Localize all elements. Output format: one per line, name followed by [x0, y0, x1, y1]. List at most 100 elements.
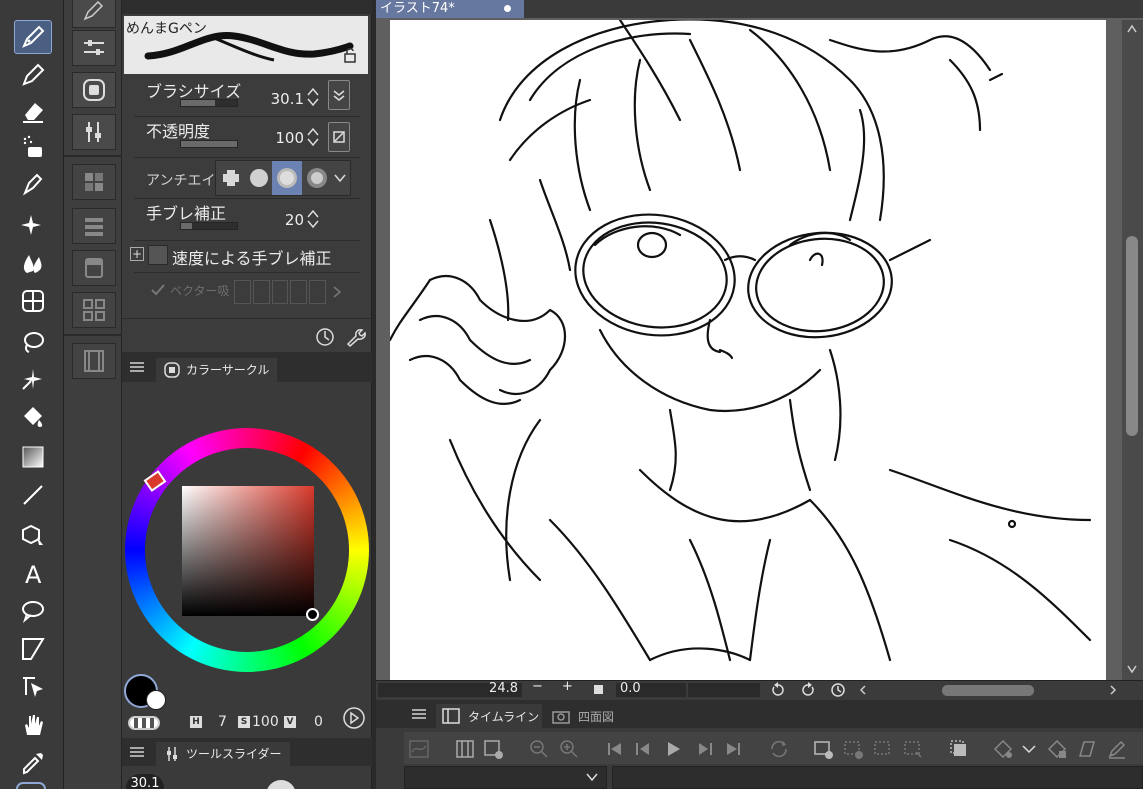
h-value[interactable]: 7: [218, 714, 227, 730]
brush-size-spinner[interactable]: [306, 86, 320, 108]
menu-icon[interactable]: [130, 747, 144, 757]
page-icon[interactable]: [1074, 738, 1100, 760]
balloon-tool-icon[interactable]: [14, 594, 52, 628]
cel-duplicate-icon[interactable]: [900, 738, 926, 760]
wrench-icon[interactable]: [344, 326, 366, 348]
scroll-left-arrow-icon[interactable]: [858, 684, 868, 696]
brush-size-slider[interactable]: [180, 99, 238, 107]
rotate-right-icon[interactable]: [800, 682, 816, 698]
eraser-tool-icon[interactable]: [14, 94, 52, 128]
onion-skin-icon[interactable]: [946, 738, 972, 760]
lasso-tool-icon[interactable]: [14, 325, 52, 359]
keyframe-icon[interactable]: [990, 738, 1016, 760]
first-frame-icon[interactable]: [602, 738, 628, 760]
tab-timeline[interactable]: タイムライン: [436, 704, 542, 728]
chevron-down-icon[interactable]: [330, 163, 350, 193]
scroll-up-arrow-icon[interactable]: [1126, 24, 1138, 34]
layer-property-icon[interactable]: [72, 208, 116, 244]
loop-icon[interactable]: [766, 738, 792, 760]
chevron-right-icon[interactable]: [332, 285, 342, 299]
add-frame-icon[interactable]: [480, 738, 506, 760]
timeline-frames[interactable]: [612, 766, 1143, 789]
gradient-tool-icon[interactable]: [14, 440, 52, 474]
zoom-in-button[interactable]: +: [562, 679, 573, 694]
brush-size-value[interactable]: 30.1: [262, 90, 304, 108]
vector-check-icon[interactable]: [150, 282, 166, 298]
antialias-weak-icon[interactable]: [246, 163, 272, 193]
opacity-spinner[interactable]: [306, 126, 320, 148]
stabilization-spinner[interactable]: [306, 208, 320, 230]
brush-size-dynamics-button[interactable]: [328, 80, 350, 110]
edit-pen-icon[interactable]: [1104, 738, 1130, 760]
v-value[interactable]: 0: [314, 714, 323, 730]
opacity-slider[interactable]: [180, 140, 238, 148]
frame-border-icon[interactable]: [14, 632, 52, 666]
line-tool-icon[interactable]: [14, 478, 52, 512]
reset-rotation-icon[interactable]: [830, 682, 846, 698]
assign-cel-icon[interactable]: [840, 738, 866, 760]
lock-icon[interactable]: [342, 46, 360, 64]
decoration-tool-icon[interactable]: [14, 168, 52, 202]
new-cel-icon[interactable]: [810, 738, 836, 760]
saturation-value-square[interactable]: [182, 486, 314, 616]
stabilization-value[interactable]: 20: [262, 211, 304, 229]
drawing-canvas[interactable]: [390, 20, 1106, 680]
tool-slider-value[interactable]: 30.1: [126, 774, 164, 789]
graph-icon[interactable]: [406, 738, 432, 760]
document-tab[interactable]: イラスト74*: [376, 0, 524, 18]
subtool-settings-icon[interactable]: [72, 30, 116, 66]
scroll-right-arrow-icon[interactable]: [1108, 684, 1118, 696]
next-frame-icon[interactable]: [692, 738, 718, 760]
fit-screen-icon[interactable]: [594, 685, 603, 694]
transparent-color-swatch[interactable]: [128, 716, 160, 730]
opacity-dynamics-button[interactable]: [328, 122, 350, 152]
layer-icon[interactable]: [72, 250, 116, 286]
mesh-transform-icon[interactable]: [14, 284, 52, 318]
text-tool-icon[interactable]: A: [14, 556, 52, 590]
tab-tool-slider[interactable]: ツールスライダー: [156, 742, 290, 766]
tool-slider-icon[interactable]: [72, 114, 116, 150]
zoom-out-button[interactable]: −: [532, 679, 543, 694]
rotation-value[interactable]: 0.0: [620, 681, 641, 696]
chevron-down-icon[interactable]: [585, 771, 599, 783]
menu-icon[interactable]: [412, 709, 426, 719]
play-icon[interactable]: [660, 738, 686, 760]
correct-line-icon[interactable]: [14, 670, 52, 704]
antialias-medium-icon[interactable]: [272, 161, 302, 195]
color-set-icon[interactable]: [72, 164, 116, 200]
auto-select-icon[interactable]: [14, 362, 52, 396]
sparkle-tool-icon[interactable]: [14, 208, 52, 242]
expand-plus-icon[interactable]: +: [130, 247, 144, 261]
cel-spec-icon[interactable]: [870, 738, 896, 760]
zoom-out-timeline-icon[interactable]: [526, 738, 552, 760]
hand-tool-icon[interactable]: [14, 708, 52, 742]
subtool-pen-icon[interactable]: [72, 0, 116, 28]
zoom-slider[interactable]: [378, 683, 438, 697]
main-color-indicator[interactable]: [16, 782, 46, 789]
fill-tool-icon[interactable]: [14, 400, 52, 434]
animation-icon[interactable]: [72, 343, 116, 379]
airbrush-tool-icon[interactable]: [14, 130, 52, 164]
zoom-field[interactable]: 24.8: [438, 681, 522, 697]
stabilization-slider[interactable]: [180, 222, 238, 230]
pencil-tool-icon[interactable]: [14, 58, 52, 92]
color-mode-icon[interactable]: [342, 706, 366, 730]
vertical-scroll-thumb[interactable]: [1126, 236, 1138, 436]
scroll-down-arrow-icon[interactable]: [1126, 664, 1138, 674]
delete-keyframe-icon[interactable]: [1044, 738, 1070, 760]
antialias-none-icon[interactable]: [218, 163, 244, 193]
rotation-slider[interactable]: [688, 683, 760, 697]
3d-object-icon[interactable]: [14, 518, 52, 552]
pen-tool-icon[interactable]: [14, 20, 52, 54]
rotation-field[interactable]: 0.0: [616, 681, 686, 697]
navigator-icon[interactable]: [72, 292, 116, 328]
sv-indicator[interactable]: [306, 608, 319, 621]
speed-stabilization-checkbox[interactable]: [148, 245, 168, 265]
horizontal-scroll-thumb[interactable]: [942, 685, 1034, 696]
blend-tool-icon[interactable]: [14, 246, 52, 280]
timeline-select[interactable]: [404, 766, 607, 789]
sub-color-swatch[interactable]: [146, 690, 166, 710]
tab-color-circle[interactable]: カラーサークル: [156, 358, 278, 382]
eyedropper-tool-icon[interactable]: [14, 746, 52, 780]
zoom-in-timeline-icon[interactable]: [556, 738, 582, 760]
